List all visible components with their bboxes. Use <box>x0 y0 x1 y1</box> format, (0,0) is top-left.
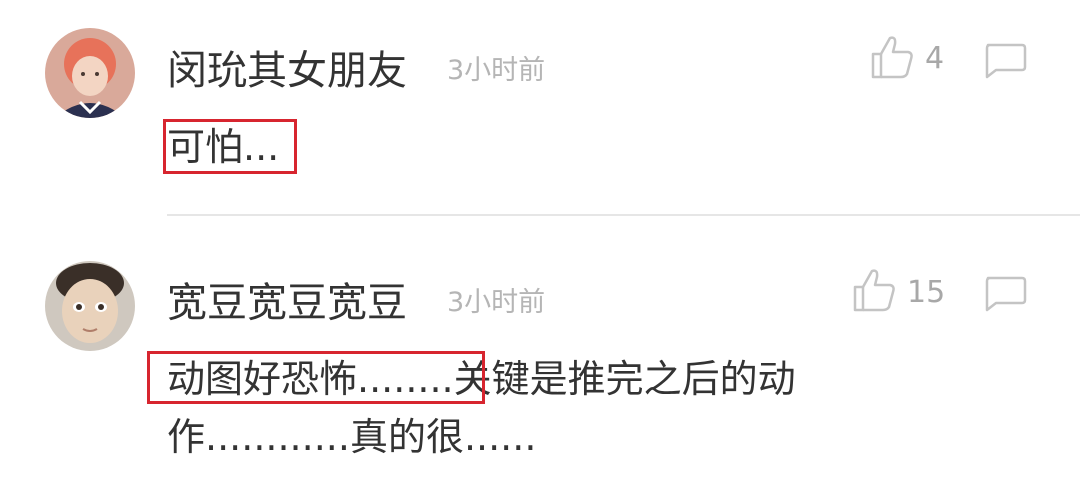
avatar-image <box>45 28 135 118</box>
thumbs-up-icon[interactable] <box>852 267 896 313</box>
reply-icon[interactable] <box>982 274 1028 314</box>
avatar[interactable] <box>45 28 135 118</box>
comment-text-line: 作............真的很...... <box>167 415 537 459</box>
highlight-box <box>163 119 297 174</box>
timestamp: 3小时前 <box>447 55 546 86</box>
reply-icon[interactable] <box>982 41 1028 81</box>
comment-item: 宽豆宽豆宽豆 3小时前 15 动图好恐怖........关键是推完之后的动 作.… <box>0 216 1080 492</box>
avatar-image <box>45 261 135 351</box>
comment-item: 闵玧其女朋友 3小时前 4 可怕... <box>0 0 1080 214</box>
avatar[interactable] <box>45 261 135 351</box>
username[interactable]: 宽豆宽豆宽豆 <box>167 283 407 323</box>
username[interactable]: 闵玧其女朋友 <box>167 51 407 91</box>
like-count: 4 <box>925 41 945 76</box>
highlight-box <box>147 351 485 404</box>
thumbs-up-icon[interactable] <box>870 34 914 80</box>
like-count: 15 <box>907 275 946 310</box>
timestamp: 3小时前 <box>447 287 546 318</box>
